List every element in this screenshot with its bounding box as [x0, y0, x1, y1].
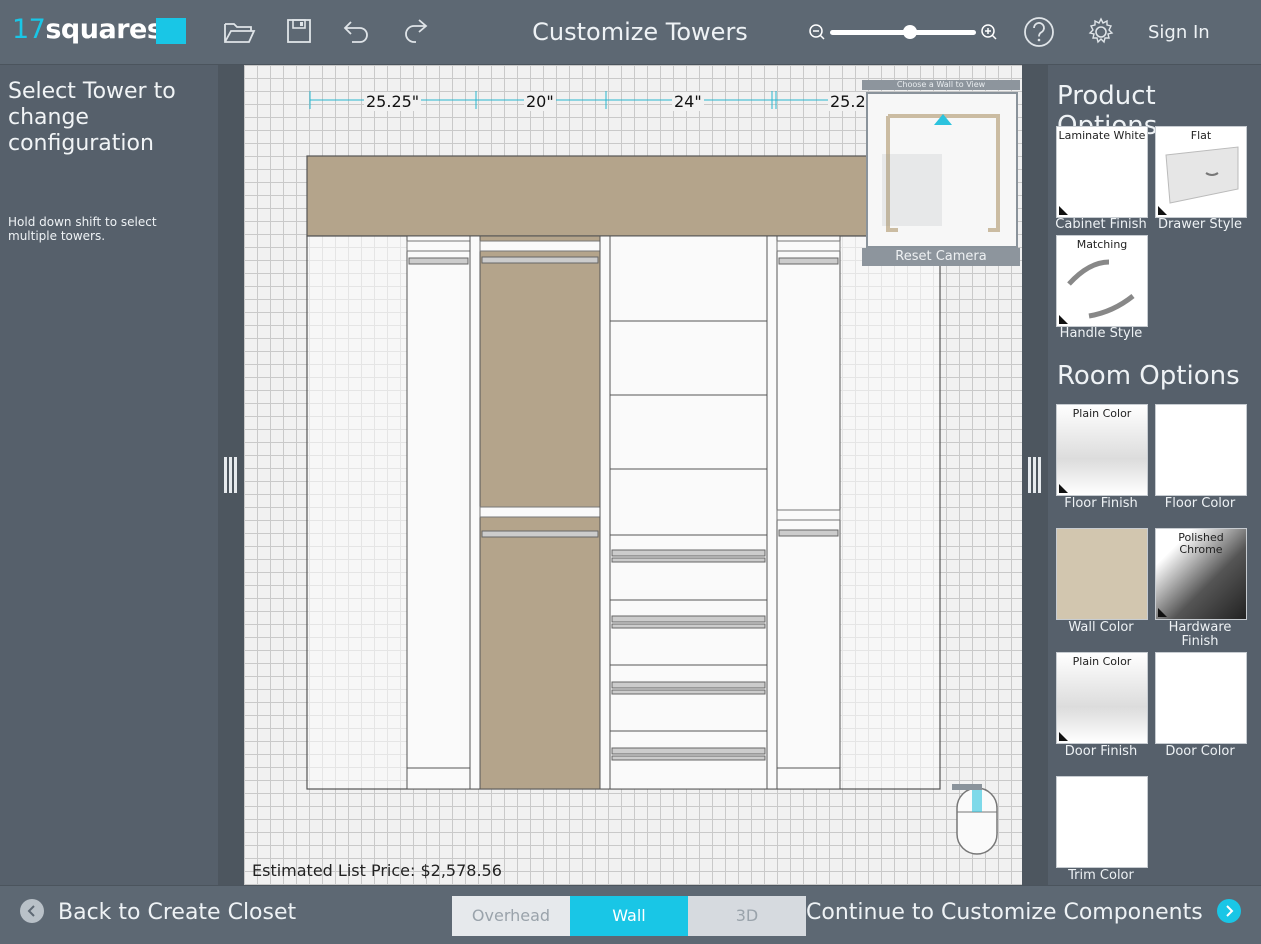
floor-finish-swatch[interactable]: Plain Color	[1056, 404, 1148, 496]
chevron-left-icon[interactable]	[20, 899, 44, 923]
wall-minimap[interactable]: Choose a Wall to View Reset Camera	[862, 80, 1020, 268]
minimap-header: Choose a Wall to View	[862, 80, 1020, 90]
back-label[interactable]: Back to Create Closet	[58, 900, 296, 925]
save-icon[interactable]	[282, 16, 316, 48]
left-panel: Select Tower to change configuration Hol…	[0, 65, 218, 885]
left-panel-splitter[interactable]	[218, 65, 244, 885]
cabinet-finish-swatch[interactable]: Laminate White	[1056, 126, 1148, 218]
zoom-slider[interactable]	[808, 22, 998, 42]
sign-in-link[interactable]: Sign In	[1148, 22, 1210, 43]
continue-label[interactable]: Continue to Customize Components	[806, 900, 1203, 925]
left-grip-icon[interactable]	[224, 457, 238, 493]
zoom-knob[interactable]	[903, 25, 918, 39]
handle-style-swatch[interactable]: Matching	[1056, 235, 1148, 327]
drawer-front-icon	[1165, 146, 1239, 204]
zoom-out-icon[interactable]	[808, 22, 828, 42]
drawer-style-label: Drawer Style	[1157, 217, 1243, 232]
wall-color-swatch[interactable]	[1056, 528, 1148, 620]
door-finish-swatch[interactable]: Plain Color	[1056, 652, 1148, 744]
trim-color-swatch[interactable]	[1056, 776, 1148, 868]
app-logo: 17squares	[12, 10, 187, 50]
back-to-create-closet-button[interactable]: Back to Create Closet	[20, 899, 296, 925]
page-title: Customize Towers	[532, 18, 748, 46]
room-options-title: Room Options	[1057, 361, 1240, 391]
undo-icon[interactable]	[340, 16, 374, 48]
floor-finish-label: Floor Finish	[1064, 496, 1138, 511]
door-finish-label: Door Finish	[1064, 744, 1138, 759]
mouse-navigation-icon	[952, 784, 998, 855]
closet-canvas[interactable]: 25.25" 20" 24" 25.25" Choose a Wall to V…	[244, 65, 1022, 885]
door-color-label: Door Color	[1165, 744, 1235, 759]
minimap-view[interactable]	[866, 92, 1018, 248]
bottom-bar: Back to Create Closet Overhead Wall 3D C…	[0, 885, 1261, 944]
left-panel-title: Select Tower to change configuration	[8, 79, 176, 156]
reset-camera-button[interactable]: Reset Camera	[862, 248, 1020, 266]
top-toolbar: 17squares Customize Towers Sign In	[0, 0, 1261, 65]
continue-button[interactable]: Continue to Customize Components	[806, 899, 1241, 925]
left-panel-hint: Hold down shift to select multiple tower…	[8, 215, 157, 243]
handle-style-label: Handle Style	[1059, 326, 1143, 341]
right-panel: Product Options Laminate White Cabinet F…	[1048, 65, 1261, 885]
right-panel-splitter[interactable]	[1022, 65, 1048, 885]
tab-wall[interactable]: Wall	[570, 896, 688, 936]
right-grip-icon[interactable]	[1028, 457, 1042, 493]
dimension-label: 24"	[672, 92, 704, 111]
trim-color-label: Trim Color	[1068, 868, 1134, 883]
floor-color-label: Floor Color	[1164, 496, 1236, 511]
drawer-style-swatch[interactable]: Flat	[1155, 126, 1247, 218]
chevron-right-icon[interactable]	[1216, 899, 1241, 923]
dimension-label: 25.25"	[364, 92, 422, 111]
view-tabs: Overhead Wall 3D	[452, 896, 806, 936]
folder-open-icon[interactable]	[222, 16, 256, 48]
door-color-swatch[interactable]	[1155, 652, 1247, 744]
dimension-label: 20"	[524, 92, 556, 111]
handle-icon	[1067, 259, 1135, 319]
redo-icon[interactable]	[398, 16, 432, 48]
tab-overhead[interactable]: Overhead	[452, 896, 570, 936]
wall-color-label: Wall Color	[1068, 620, 1134, 635]
cabinet-finish-label: Cabinet Finish	[1055, 217, 1147, 232]
help-icon[interactable]	[1023, 16, 1055, 48]
hardware-finish-label: Hardware Finish	[1168, 620, 1232, 649]
hardware-finish-swatch[interactable]: Polished Chrome	[1155, 528, 1247, 620]
floor-color-swatch[interactable]	[1155, 404, 1247, 496]
tab-3d[interactable]: 3D	[688, 896, 806, 936]
zoom-in-icon[interactable]	[980, 22, 1000, 42]
settings-gear-icon[interactable]	[1085, 16, 1117, 48]
estimated-price: Estimated List Price: $2,578.56	[252, 861, 502, 880]
